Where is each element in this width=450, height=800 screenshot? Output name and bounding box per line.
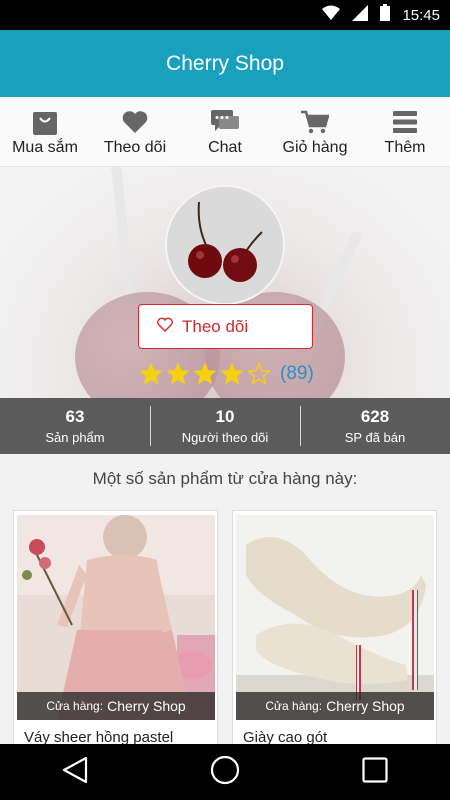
stat-value: 10 <box>215 407 235 426</box>
stat-sold[interactable]: 628 SP đã bán <box>300 398 450 454</box>
chat-icon <box>210 109 240 135</box>
shop-stats-bar: 63 Sản phẩm 10 Người theo dõi 628 SP đã … <box>0 398 450 454</box>
product-card[interactable]: Cửa hàng: Cherry Shop Váy sheer hồng pas… <box>13 510 218 744</box>
status-icons: 15:45 <box>322 4 440 26</box>
shop-avatar[interactable] <box>165 185 285 305</box>
stat-value: 63 <box>65 407 85 426</box>
app-title: Cherry Shop <box>166 51 284 75</box>
stat-followers[interactable]: 10 Người theo dõi <box>150 398 300 454</box>
system-nav-bar <box>0 744 450 800</box>
product-image <box>17 515 215 720</box>
shop-cover-banner: Theo dõi (89) <box>0 167 450 398</box>
star-filled-icon <box>139 362 163 386</box>
shop-rating: (89) <box>139 362 314 386</box>
cart-icon <box>300 109 330 135</box>
home-button[interactable] <box>195 750 255 794</box>
stat-label: Sản phẩm <box>45 430 105 445</box>
tab-more[interactable]: Thêm <box>360 97 450 166</box>
tab-label: Thêm <box>384 139 426 156</box>
product-name: Váy sheer hồng pastel <box>24 729 174 744</box>
product-card[interactable]: Cửa hàng: Cherry Shop Giày cao gót <box>232 510 437 744</box>
stat-label: Người theo dõi <box>181 430 269 445</box>
heart-icon <box>120 109 150 135</box>
tab-chat[interactable]: Chat <box>180 97 270 166</box>
follow-shop-button[interactable]: Theo dõi <box>138 304 313 349</box>
stat-value: 628 <box>360 407 390 426</box>
signal-icon <box>352 4 369 26</box>
status-bar: 15:45 <box>0 0 450 30</box>
shop-tag-prefix: Cửa hàng: <box>265 699 323 713</box>
tab-shopping[interactable]: Mua sắm <box>0 97 90 166</box>
product-shop-tag: Cửa hàng: Cherry Shop <box>236 692 434 720</box>
stat-products[interactable]: 63 Sản phẩm <box>0 398 150 454</box>
back-triangle-icon <box>62 756 88 789</box>
cover-cherry-stem <box>110 167 136 308</box>
tab-label: Theo dõi <box>103 139 167 156</box>
recents-square-icon <box>362 756 388 788</box>
status-time: 15:45 <box>402 6 440 24</box>
stat-label: SP đã bán <box>344 430 406 445</box>
product-image <box>236 515 434 720</box>
shop-tag-prefix: Cửa hàng: <box>46 699 104 713</box>
tab-following[interactable]: Theo dõi <box>90 97 180 166</box>
shop-tag-name: Cherry Shop <box>326 698 405 714</box>
shop-tag-name: Cherry Shop <box>107 698 186 714</box>
tab-label: Giỏ hàng <box>282 139 348 156</box>
rating-stars <box>139 362 274 386</box>
menu-icon <box>390 109 420 135</box>
top-tab-bar: Mua sắm Theo dõi Chat Giỏ hàng Thêm <box>0 97 450 167</box>
tab-label: Mua sắm <box>12 139 78 156</box>
battery-icon <box>380 4 391 26</box>
home-circle-icon <box>210 755 240 790</box>
back-button[interactable] <box>45 750 105 794</box>
rating-count[interactable]: (89) <box>280 363 314 385</box>
section-title: Một số sản phẩm từ cửa hàng này: <box>0 454 450 504</box>
follow-button-label: Theo dõi <box>182 316 249 336</box>
product-name: Giày cao gót <box>243 729 328 744</box>
star-filled-icon <box>220 362 244 386</box>
wifi-icon <box>322 5 341 26</box>
shopping-bag-icon <box>30 109 60 135</box>
product-shop-tag: Cửa hàng: Cherry Shop <box>17 692 215 720</box>
star-filled-icon <box>193 362 217 386</box>
tab-label: Chat <box>208 139 242 156</box>
star-empty-icon <box>247 362 271 386</box>
star-filled-icon <box>166 362 190 386</box>
app-bar: Cherry Shop <box>0 30 450 97</box>
heart-outline-icon <box>157 317 173 337</box>
tab-cart[interactable]: Giỏ hàng <box>270 97 360 166</box>
product-list: Cửa hàng: Cherry Shop Váy sheer hồng pas… <box>0 504 450 744</box>
recents-button[interactable] <box>345 750 405 794</box>
